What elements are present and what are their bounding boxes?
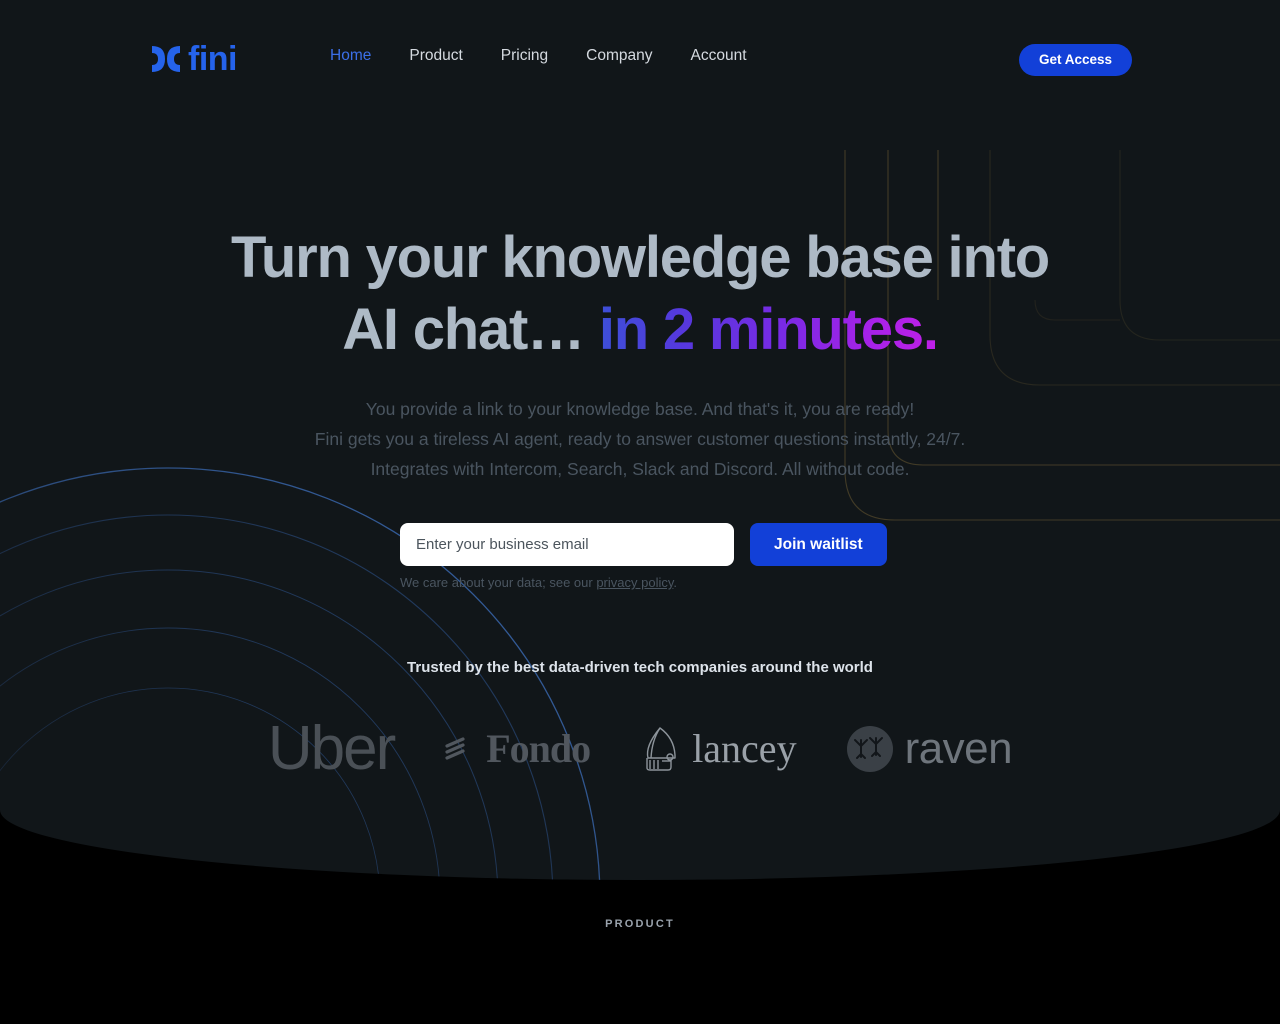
logo-uber: Uber — [267, 714, 396, 783]
nav-item-pricing[interactable]: Pricing — [482, 47, 567, 65]
headline-gradient-part: in 2 minutes. — [598, 297, 939, 362]
customer-logos-row: Uber Fondo lancey raven — [0, 718, 1280, 780]
product-section-label: PRODUCT — [605, 918, 675, 930]
fini-x-mark-icon — [152, 46, 180, 72]
nav-item-product[interactable]: Product — [390, 47, 481, 65]
fondo-chevron-bars-icon — [445, 737, 465, 760]
raven-footprints-circle-icon — [846, 726, 893, 772]
brand-logo-text: fini — [188, 40, 237, 78]
logo-fondo-text: Fondo — [486, 726, 591, 771]
headline-line-1: Turn your knowledge base into — [230, 225, 1050, 290]
subtitle-line-1: You provide a link to your knowledge bas… — [365, 399, 915, 419]
top-navigation-bar: fini Home Product Pricing Company Accoun… — [0, 0, 1280, 120]
hero-subtitle: You provide a link to your knowledge bas… — [0, 394, 1280, 484]
lancey-helmet-icon — [646, 727, 676, 771]
logo-uber-text: Uber — [267, 714, 396, 783]
brand-logo[interactable]: fini — [148, 40, 237, 78]
join-waitlist-button[interactable]: Join waitlist — [750, 523, 887, 566]
privacy-note-suffix: . — [673, 575, 678, 590]
logo-raven: raven — [845, 724, 1013, 774]
logo-fondo: Fondo — [442, 726, 591, 771]
trust-headline: Trusted by the best data-driven tech com… — [407, 659, 873, 676]
nav-item-company[interactable]: Company — [567, 47, 671, 65]
waitlist-signup-form: Join waitlist — [400, 523, 887, 566]
privacy-policy-link[interactable]: privacy policy — [596, 575, 673, 590]
nav-links: Home Product Pricing Company Account — [330, 47, 766, 65]
hero-headline: Turn your knowledge base into AI chat… i… — [0, 222, 1280, 366]
subtitle-line-3: Integrates with Intercom, Search, Slack … — [370, 459, 910, 479]
headline-line-2: AI chat… in 2 minutes. — [0, 294, 1280, 366]
email-input[interactable] — [400, 523, 734, 566]
nav-item-account[interactable]: Account — [672, 47, 766, 65]
logo-raven-text: raven — [904, 724, 1013, 773]
privacy-note: We care about your data; see our privacy… — [400, 575, 677, 590]
headline-plain-part: AI chat… — [342, 297, 599, 362]
logo-lancey: lancey — [638, 724, 797, 774]
subtitle-line-2: Fini gets you a tireless AI agent, ready… — [314, 429, 966, 449]
logo-lancey-text: lancey — [692, 726, 797, 771]
hero-section: fini Home Product Pricing Company Accoun… — [0, 0, 1280, 880]
privacy-note-prefix: We care about your data; see our — [400, 575, 597, 590]
nav-item-home[interactable]: Home — [330, 47, 390, 65]
product-section: PRODUCT — [0, 880, 1280, 1024]
get-access-button[interactable]: Get Access — [1018, 44, 1132, 76]
